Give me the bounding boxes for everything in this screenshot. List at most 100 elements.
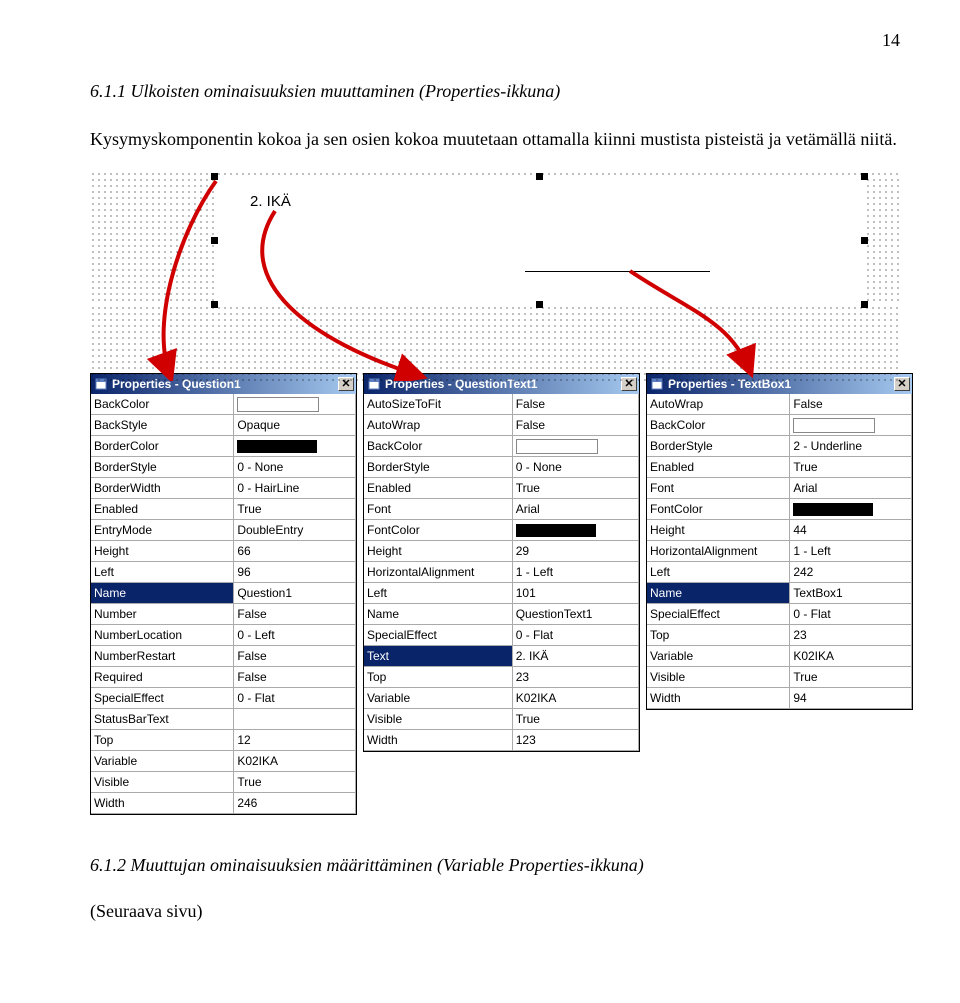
property-value[interactable]: Question1 [234, 583, 356, 604]
property-value[interactable] [234, 436, 356, 457]
property-row[interactable]: NumberLocation0 - Left [91, 625, 356, 646]
property-name[interactable]: Visible [647, 667, 790, 688]
property-name[interactable]: FontColor [364, 520, 512, 541]
property-value[interactable]: True [512, 478, 638, 499]
property-value[interactable]: True [512, 709, 638, 730]
property-row[interactable]: Top23 [364, 667, 639, 688]
property-row[interactable]: BorderStyle0 - None [91, 457, 356, 478]
property-row[interactable]: NameQuestionText1 [364, 604, 639, 625]
resize-handle[interactable] [536, 173, 543, 180]
property-value[interactable]: 29 [512, 541, 638, 562]
property-name[interactable]: BackStyle [91, 415, 234, 436]
property-name[interactable]: Height [364, 541, 512, 562]
property-row[interactable]: BackColor [364, 436, 639, 457]
property-row[interactable]: Height66 [91, 541, 356, 562]
property-name[interactable]: Height [647, 520, 790, 541]
property-value[interactable]: 1 - Left [512, 562, 638, 583]
property-value[interactable]: False [512, 394, 638, 415]
property-value[interactable]: 12 [234, 730, 356, 751]
property-row[interactable]: HorizontalAlignment1 - Left [647, 541, 912, 562]
property-row[interactable]: AutoWrapFalse [364, 415, 639, 436]
property-name[interactable]: Font [647, 478, 790, 499]
property-name[interactable]: AutoWrap [647, 394, 790, 415]
property-value[interactable]: 23 [790, 625, 912, 646]
property-row[interactable]: FontColor [647, 499, 912, 520]
property-name[interactable]: StatusBarText [91, 709, 234, 730]
property-row[interactable]: Left96 [91, 562, 356, 583]
textbox-underline[interactable] [525, 271, 710, 272]
properties-grid[interactable]: AutoSizeToFitFalseAutoWrapFalseBackColor… [364, 394, 639, 751]
property-name[interactable]: Enabled [91, 499, 234, 520]
property-row[interactable]: BorderStyle2 - Underline [647, 436, 912, 457]
property-name[interactable]: FontColor [647, 499, 790, 520]
property-value[interactable]: DoubleEntry [234, 520, 356, 541]
property-value[interactable]: True [234, 772, 356, 793]
property-row[interactable]: HorizontalAlignment1 - Left [364, 562, 639, 583]
property-value[interactable]: False [790, 394, 912, 415]
property-value[interactable]: False [234, 646, 356, 667]
property-name[interactable]: SpecialEffect [364, 625, 512, 646]
property-value[interactable]: K02IKA [790, 646, 912, 667]
property-row[interactable]: EnabledTrue [647, 457, 912, 478]
property-name[interactable]: AutoWrap [364, 415, 512, 436]
property-row[interactable]: Height44 [647, 520, 912, 541]
property-row[interactable]: NameQuestion1 [91, 583, 356, 604]
property-value[interactable]: True [790, 667, 912, 688]
property-row[interactable]: VisibleTrue [364, 709, 639, 730]
resize-handle[interactable] [211, 237, 218, 244]
properties-grid[interactable]: AutoWrapFalseBackColorBorderStyle2 - Und… [647, 394, 912, 709]
properties-grid[interactable]: BackColorBackStyleOpaqueBorderColorBorde… [91, 394, 356, 814]
property-row[interactable]: RequiredFalse [91, 667, 356, 688]
property-row[interactable]: EntryModeDoubleEntry [91, 520, 356, 541]
property-name[interactable]: SpecialEffect [91, 688, 234, 709]
property-value[interactable]: 44 [790, 520, 912, 541]
property-value[interactable]: 246 [234, 793, 356, 814]
property-value[interactable]: 2 - Underline [790, 436, 912, 457]
property-name[interactable]: BackColor [91, 394, 234, 415]
property-name[interactable]: Left [364, 583, 512, 604]
property-value[interactable]: Arial [512, 499, 638, 520]
property-value[interactable]: 123 [512, 730, 638, 751]
resize-handle[interactable] [861, 301, 868, 308]
property-name[interactable]: BorderStyle [647, 436, 790, 457]
property-row[interactable]: StatusBarText [91, 709, 356, 730]
property-name[interactable]: Top [647, 625, 790, 646]
property-name[interactable]: Top [364, 667, 512, 688]
property-name[interactable]: Font [364, 499, 512, 520]
property-value[interactable] [512, 436, 638, 457]
property-row[interactable]: Width123 [364, 730, 639, 751]
property-row[interactable]: BackColor [647, 415, 912, 436]
property-name[interactable]: Variable [647, 646, 790, 667]
question-component[interactable] [215, 177, 867, 307]
property-row[interactable]: BorderStyle0 - None [364, 457, 639, 478]
property-row[interactable]: SpecialEffect0 - Flat [647, 604, 912, 625]
property-value[interactable]: 101 [512, 583, 638, 604]
property-name[interactable]: Width [647, 688, 790, 709]
property-name[interactable]: Name [364, 604, 512, 625]
property-name[interactable]: Variable [364, 688, 512, 709]
property-name[interactable]: Width [364, 730, 512, 751]
property-name[interactable]: Left [647, 562, 790, 583]
property-name[interactable]: EntryMode [91, 520, 234, 541]
property-row[interactable]: AutoSizeToFitFalse [364, 394, 639, 415]
property-name[interactable]: BorderWidth [91, 478, 234, 499]
property-value[interactable]: 94 [790, 688, 912, 709]
property-row[interactable]: Left101 [364, 583, 639, 604]
property-name[interactable]: HorizontalAlignment [364, 562, 512, 583]
property-value[interactable]: False [512, 415, 638, 436]
property-value[interactable]: 0 - Flat [234, 688, 356, 709]
property-row[interactable]: SpecialEffect0 - Flat [91, 688, 356, 709]
property-row[interactable]: FontArial [364, 499, 639, 520]
property-value[interactable]: 0 - Flat [790, 604, 912, 625]
property-value[interactable] [234, 709, 356, 730]
property-row[interactable]: VariableK02IKA [364, 688, 639, 709]
property-row[interactable]: VisibleTrue [91, 772, 356, 793]
property-value[interactable]: TextBox1 [790, 583, 912, 604]
property-row[interactable]: NameTextBox1 [647, 583, 912, 604]
property-row[interactable]: Width94 [647, 688, 912, 709]
property-value[interactable] [790, 415, 912, 436]
property-name[interactable]: Enabled [364, 478, 512, 499]
property-row[interactable]: VariableK02IKA [647, 646, 912, 667]
property-name[interactable]: Left [91, 562, 234, 583]
property-row[interactable]: BorderColor [91, 436, 356, 457]
